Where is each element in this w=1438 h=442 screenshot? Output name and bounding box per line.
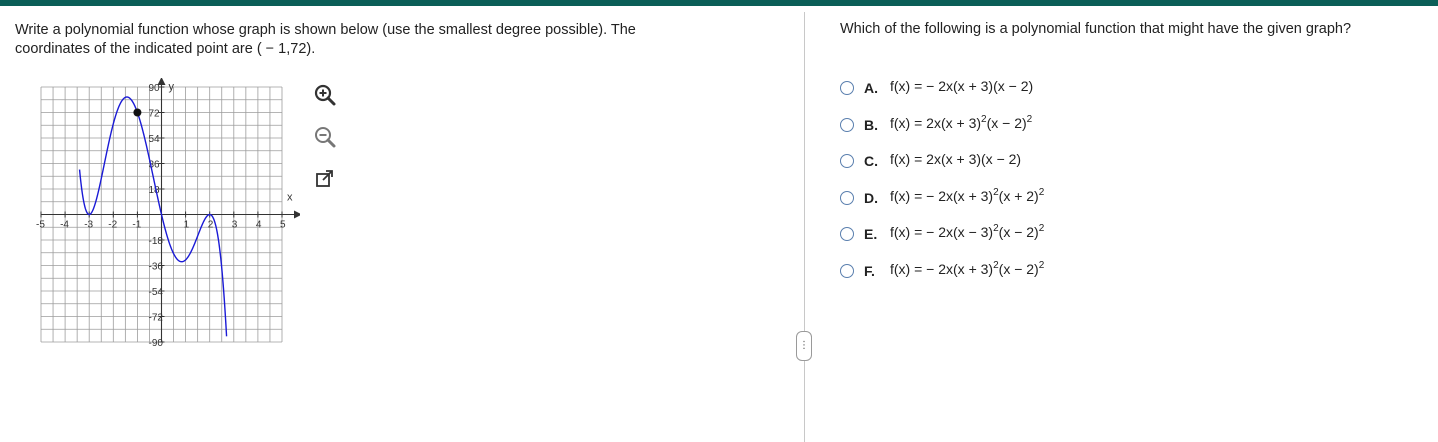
- question-text: Write a polynomial function whose graph …: [15, 21, 775, 59]
- option-d[interactable]: D. f(x) = − 2x(x + 3)2(x + 2)2: [840, 178, 1044, 215]
- y-tick-label: 72: [149, 109, 161, 120]
- zoom-in-icon[interactable]: [312, 82, 338, 108]
- radio-button[interactable]: [840, 81, 854, 96]
- y-tick-label: -36: [149, 262, 164, 273]
- x-tick-label: 4: [256, 220, 262, 231]
- x-tick-label: -5: [36, 220, 45, 231]
- option-letter: A.: [864, 80, 878, 97]
- x-tick-label: 2: [208, 220, 214, 231]
- graph-svg: xy-5 -4 -3 -2 -1 1 2 3 4 59072543618-18-36-54-72-…: [36, 77, 302, 349]
- question-line-1: Write a polynomial function whose graph …: [15, 22, 636, 38]
- option-formula: f(x) = − 2x(x + 3)(x − 2): [890, 78, 1034, 95]
- option-formula: f(x) = − 2x(x − 3)2(x − 2)2: [890, 223, 1045, 241]
- radio-button[interactable]: [840, 117, 854, 132]
- option-f[interactable]: F. f(x) = − 2x(x + 3)2(x − 2)2: [840, 251, 1044, 288]
- option-letter: D.: [864, 189, 878, 206]
- x-tick-label: 1: [184, 220, 190, 231]
- option-formula: f(x) = − 2x(x + 3)2(x + 2)2: [890, 186, 1045, 204]
- option-a[interactable]: A. f(x) = − 2x(x + 3)(x − 2): [840, 68, 1044, 105]
- zoom-out-icon[interactable]: [312, 124, 338, 150]
- x-tick-label: -2: [108, 220, 117, 231]
- radio-button[interactable]: [840, 263, 854, 278]
- panel-divider: [804, 12, 805, 442]
- x-axis-label: x: [287, 192, 293, 204]
- x-tick-label: -4: [60, 220, 69, 231]
- question-line-2: coordinates of the indicated point are (…: [15, 41, 316, 57]
- panel-resize-handle[interactable]: ⋮: [796, 331, 812, 361]
- y-tick-label: -72: [149, 313, 164, 324]
- x-axis-arrow: [294, 210, 302, 219]
- top-bar: [0, 0, 1438, 6]
- x-tick-label: 5: [280, 220, 286, 231]
- option-letter: C.: [864, 153, 878, 170]
- popout-icon[interactable]: [312, 166, 338, 192]
- graph: x y -5 -4 -3 -2 -1 1 2 3 4 5 90 72 54 36 18 -18 -36 -54 -72-…: [30, 77, 302, 349]
- radio-button[interactable]: [840, 190, 854, 205]
- option-formula: f(x) = − 2x(x + 3)2(x − 2)2: [890, 259, 1045, 277]
- option-e[interactable]: E. f(x) = − 2x(x − 3)2(x − 2)2: [840, 214, 1044, 251]
- option-formula: f(x) = 2x(x + 3)(x − 2): [890, 151, 1022, 168]
- radio-button[interactable]: [840, 154, 854, 169]
- option-letter: B.: [864, 116, 878, 133]
- x-tick-label: -3: [84, 220, 93, 231]
- y-tick-label: 18: [149, 185, 161, 196]
- option-letter: E.: [864, 226, 878, 243]
- choice-question: Which of the following is a polynomial f…: [840, 21, 1352, 37]
- option-letter: F.: [864, 262, 875, 279]
- y-tick-label: 54: [149, 134, 161, 145]
- x-tick-label: -1: [132, 220, 141, 231]
- answer-options: A. f(x) = − 2x(x + 3)(x − 2) B. f(x) = 2x(x…: [840, 68, 1044, 287]
- y-tick-label: -90: [149, 338, 164, 348]
- y-tick-label: -18: [149, 236, 164, 247]
- y-tick-label: -54: [149, 287, 164, 298]
- y-axis-label: y: [169, 81, 175, 93]
- radio-button[interactable]: [840, 227, 854, 242]
- y-tick-label: 90: [149, 83, 161, 94]
- option-c[interactable]: C. f(x) = 2x(x + 3)(x − 2): [840, 141, 1044, 178]
- graph-tools: [312, 82, 342, 208]
- option-b[interactable]: B. f(x) = 2x(x + 3)2(x − 2)2: [840, 105, 1044, 142]
- x-tick-label: 3: [232, 220, 238, 231]
- option-formula: f(x) = 2x(x + 3)2(x − 2)2: [890, 113, 1033, 131]
- indicated-point: [133, 108, 142, 117]
